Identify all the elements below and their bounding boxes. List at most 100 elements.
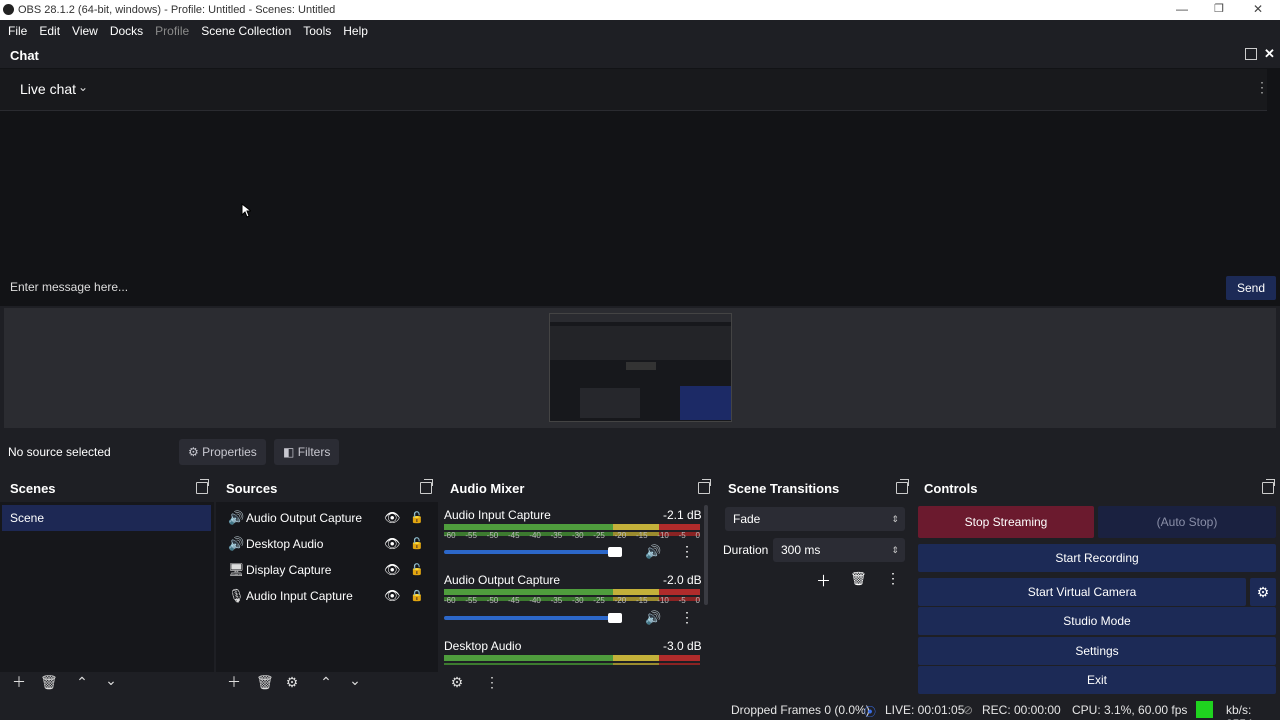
chat-dock-title: Chat [10, 48, 39, 63]
volume-meter [444, 663, 700, 665]
volume-slider-handle[interactable] [608, 547, 622, 557]
menu-edit[interactable]: Edit [33, 24, 66, 38]
eye-icon[interactable]: 👁 [384, 557, 401, 583]
channel-db: -2.0 dB [663, 573, 702, 587]
menu-view[interactable]: View [66, 24, 104, 38]
eye-icon[interactable]: 👁 [384, 505, 401, 531]
start-recording-button[interactable]: Start Recording [918, 544, 1276, 572]
channel-name: Audio Input Capture [444, 508, 551, 522]
obs-logo-icon [3, 4, 14, 15]
menu-scene-collection[interactable]: Scene Collection [195, 24, 297, 38]
add-icon[interactable]: ＋ [227, 675, 241, 689]
move-up-icon[interactable]: ⌃ [319, 675, 333, 689]
auto-stop-button[interactable]: (Auto Stop) [1098, 506, 1276, 538]
live-chat-dropdown[interactable]: Live chat [20, 81, 76, 97]
close-icon[interactable]: ✕ [1253, 2, 1263, 16]
source-name: Desktop Audio [246, 537, 324, 551]
dropped-frames: Dropped Frames 0 (0.0%) [731, 703, 870, 717]
volume-slider[interactable] [444, 616, 622, 620]
lock-icon[interactable]: 🔒 [410, 583, 424, 609]
menu-docks[interactable]: Docks [104, 24, 149, 38]
properties-button[interactable]: ⚙ Properties [179, 439, 266, 465]
more-options-icon[interactable]: ⋮ [680, 609, 694, 626]
speaker-icon: 🔊 [228, 536, 245, 551]
title-bar: OBS 28.1.2 (64-bit, windows) - Profile: … [0, 0, 1280, 20]
volume-slider-handle[interactable] [608, 613, 622, 623]
eye-icon[interactable]: 👁 [384, 583, 401, 609]
chat-message-input[interactable]: Enter message here... [10, 280, 128, 294]
move-up-icon[interactable]: ⌃ [75, 675, 89, 689]
filters-label: Filters [297, 445, 331, 459]
duration-input[interactable]: 300 ms ⇕ [773, 538, 905, 562]
channel-db: -2.1 dB [663, 508, 702, 522]
gear-icon[interactable]: ⚙ [285, 675, 299, 689]
source-item[interactable]: 🔊 Desktop Audio 👁 🔓 [216, 531, 438, 557]
rec-time: REC: 00:00:00 [982, 703, 1061, 717]
eye-icon[interactable]: 👁 [384, 531, 401, 557]
chevron-down-icon[interactable]: ⌄ [78, 80, 88, 94]
stepper-icon[interactable]: ⇕ [891, 538, 899, 562]
rec-icon: ⊘ [963, 703, 974, 717]
settings-button[interactable]: Settings [918, 637, 1276, 665]
close-dock-icon[interactable]: ✕ [1264, 46, 1275, 62]
speaker-icon[interactable]: 🔊 [645, 544, 661, 560]
transition-select[interactable]: Fade ⇕ [725, 507, 905, 531]
stop-streaming-button[interactable]: Stop Streaming [918, 506, 1094, 538]
transition-value: Fade [733, 512, 761, 526]
source-name: Audio Output Capture [246, 511, 363, 525]
filter-icon: ◧ [283, 445, 295, 459]
trash-icon[interactable]: 🗑 [850, 571, 867, 587]
source-item[interactable]: 🖥 Display Capture 👁 🔓 [216, 557, 438, 583]
trash-icon[interactable]: 🗑 [256, 675, 274, 689]
mixer-scrollbar[interactable] [704, 505, 708, 605]
volume-meter [444, 589, 700, 595]
more-options-icon[interactable]: ⋮ [680, 543, 694, 560]
scene-item[interactable]: Scene [2, 505, 211, 531]
source-item[interactable]: 🎙 Audio Input Capture 👁 🔒 [216, 583, 438, 609]
mixer-settings-icon[interactable]: ⚙ [450, 675, 464, 689]
monitor-icon: 🖥 [228, 562, 245, 577]
channel-db: -3.0 dB [663, 639, 702, 653]
float-icon[interactable] [896, 479, 909, 494]
filters-button[interactable]: ◧ Filters [274, 439, 340, 465]
speaker-icon[interactable]: 🔊 [645, 610, 661, 626]
move-down-icon[interactable]: ⌄ [348, 673, 362, 687]
chat-input-bar: Enter message here... [0, 270, 1280, 304]
menu-help[interactable]: Help [337, 24, 374, 38]
float-icon[interactable] [1245, 48, 1257, 60]
studio-mode-button[interactable]: Studio Mode [918, 607, 1276, 635]
add-icon[interactable]: ＋ [12, 675, 26, 689]
restore-icon[interactable]: ❐ [1214, 2, 1224, 15]
more-options-icon[interactable]: ⋮ [886, 570, 900, 587]
float-icon[interactable] [1262, 479, 1275, 494]
gear-icon: ⚙ [1256, 584, 1270, 600]
move-down-icon[interactable]: ⌄ [104, 673, 118, 687]
add-icon[interactable]: ＋ [816, 570, 831, 591]
start-virtual-camera-button[interactable]: Start Virtual Camera [918, 578, 1246, 606]
menu-file[interactable]: File [2, 24, 33, 38]
trash-icon[interactable]: 🗑 [40, 675, 58, 689]
minimize-icon[interactable]: — [1176, 2, 1188, 16]
float-icon[interactable] [698, 479, 711, 494]
window-title: OBS 28.1.2 (64-bit, windows) - Profile: … [18, 4, 336, 16]
float-icon[interactable] [420, 479, 433, 494]
menu-profile[interactable]: Profile [149, 24, 195, 38]
menu-tools[interactable]: Tools [297, 24, 337, 38]
source-name: Display Capture [246, 563, 332, 577]
send-button[interactable]: Send [1226, 276, 1276, 300]
lock-icon[interactable]: 🔓 [410, 531, 424, 557]
chat-dock-header: Chat ✕ [0, 44, 1280, 68]
transitions-dock-title: Scene Transitions [728, 481, 840, 496]
volume-meter [444, 655, 700, 661]
volume-meter [444, 524, 700, 530]
lock-icon[interactable]: 🔓 [410, 505, 424, 531]
sources-dock: Sources 🔊 Audio Output Capture 👁 🔓 🔊 Des… [216, 475, 438, 696]
volume-slider[interactable] [444, 550, 622, 554]
float-icon[interactable] [196, 479, 209, 494]
virtual-camera-settings-button[interactable]: ⚙ [1250, 578, 1276, 606]
exit-button[interactable]: Exit [918, 666, 1276, 694]
lock-icon[interactable]: 🔓 [410, 557, 424, 583]
more-options-icon[interactable]: ⋮ [1255, 79, 1269, 96]
more-options-icon[interactable]: ⋮ [485, 675, 499, 689]
source-item[interactable]: 🔊 Audio Output Capture 👁 🔓 [216, 505, 438, 531]
